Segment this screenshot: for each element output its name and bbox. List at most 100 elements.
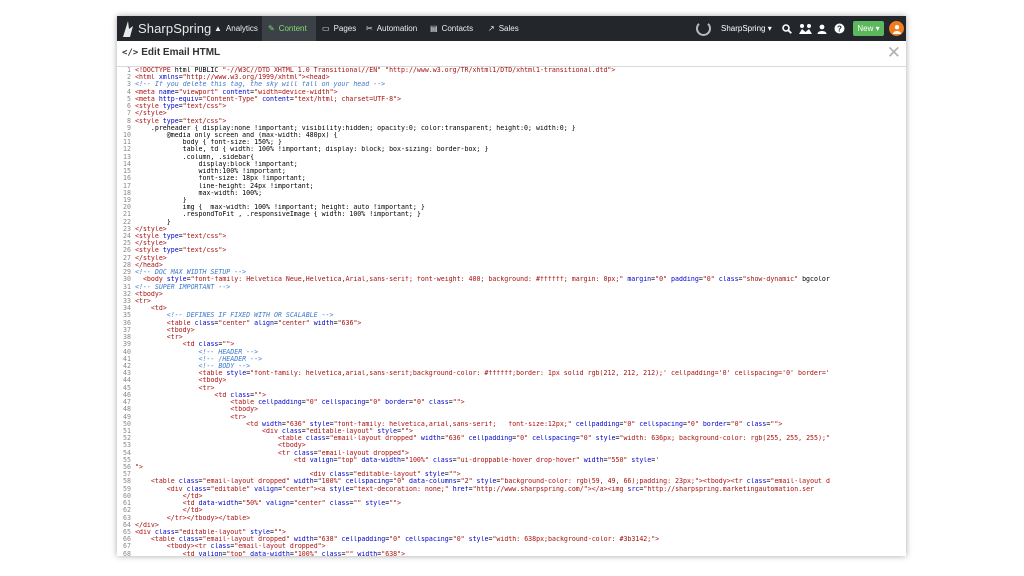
line-number: 34 bbox=[123, 305, 131, 313]
code-line[interactable]: 53 <tbody> bbox=[117, 442, 906, 449]
close-icon[interactable]: ✕ bbox=[887, 44, 901, 61]
code-line[interactable]: 6 <style type="text/css"> bbox=[117, 103, 906, 110]
code-line[interactable]: 17 line-height: 24px !important; bbox=[117, 183, 906, 190]
code-line[interactable]: 18 max-width: 100%; bbox=[117, 190, 906, 197]
nav-item-automation[interactable]: ✂ Automation bbox=[360, 16, 424, 41]
line-number: 20 bbox=[123, 204, 131, 212]
nav-item-content[interactable]: ✎ Content bbox=[262, 16, 316, 41]
code-line[interactable]: 30 <body style="font-family: Helvetica N… bbox=[117, 276, 906, 283]
code-line[interactable]: 5 <meta http-equiv="Content-Type" content… bbox=[117, 96, 906, 103]
code-line[interactable]: 2 <html xmlns="http://www.w3.org/1999/xht… bbox=[117, 74, 906, 81]
code-line[interactable]: 26 <style type="text/css"> bbox=[117, 247, 906, 254]
code-line[interactable]: 22 } bbox=[117, 219, 906, 226]
nav-item-sales[interactable]: ↗ Sales bbox=[482, 16, 522, 41]
nav-item-label: Contacts bbox=[441, 24, 474, 33]
code-line[interactable]: 57 <div class="editable-layout" style=""… bbox=[117, 471, 906, 478]
code-line[interactable]: 59 <div class="editable" valign="center"… bbox=[117, 486, 906, 493]
code-line[interactable]: 38 <tr> bbox=[117, 334, 906, 341]
code-line[interactable]: 42 <!-- BODY --> bbox=[117, 363, 906, 370]
code-line[interactable]: 13 .column, .sidebar{ bbox=[117, 154, 906, 161]
code-line[interactable]: 52 <table class="email-layout dropped" w… bbox=[117, 435, 906, 442]
code-line[interactable]: 31 <!-- SUPER IMPORTANT --> bbox=[117, 284, 906, 291]
code-line[interactable]: 51 <div class="editable-layout" style=""… bbox=[117, 428, 906, 435]
code-line[interactable]: 28 </head> bbox=[117, 262, 906, 269]
code-line[interactable]: 39 <td class=""> bbox=[117, 341, 906, 348]
code-line[interactable]: 50 <td width="636" style="font-family: h… bbox=[117, 421, 906, 428]
line-text: <!DOCTYPE html PUBLIC "-//W3C//DTD XHTML… bbox=[135, 67, 616, 74]
code-line[interactable]: 11 body { font-size: 150%; } bbox=[117, 139, 906, 146]
code-line[interactable]: 7 </style> bbox=[117, 110, 906, 117]
line-number: 47 bbox=[123, 399, 131, 407]
code-line[interactable]: 27 </style> bbox=[117, 255, 906, 262]
search-icon[interactable] bbox=[781, 16, 793, 41]
code-line[interactable]: 33 <tr> bbox=[117, 298, 906, 305]
code-line[interactable]: 32 <tbody> bbox=[117, 291, 906, 298]
line-text: <meta name="viewport" content="width=dev… bbox=[135, 88, 338, 96]
line-text: <tbody> bbox=[230, 406, 259, 414]
code-line[interactable]: 23 </style> bbox=[117, 226, 906, 233]
pencil-icon: ✎ bbox=[268, 24, 275, 33]
code-line[interactable]: 65 <div class="editable-layout" style=""> bbox=[117, 529, 906, 536]
line-text: @media only screen and (max-width: 480px… bbox=[135, 131, 338, 139]
code-line[interactable]: 47 <table cellpadding="0" cellspacing="0… bbox=[117, 399, 906, 406]
code-line[interactable]: 37 <tbody> bbox=[117, 327, 906, 334]
avatar-icon[interactable] bbox=[889, 21, 904, 36]
code-line[interactable]: 64 </div> bbox=[117, 522, 906, 529]
code-line[interactable]: 46 <td class=""> bbox=[117, 392, 906, 399]
code-line[interactable]: 3 <!-- If you delete this tag, the sky wi… bbox=[117, 81, 906, 88]
line-text: <!-- /HEADER --> bbox=[135, 355, 263, 363]
code-line[interactable]: 15 width:100% !important; bbox=[117, 168, 906, 175]
code-line[interactable]: 41 <!-- /HEADER --> bbox=[117, 356, 906, 363]
sharpspring-logo[interactable]: SharpSpring bbox=[121, 19, 211, 38]
code-line[interactable]: 10 @media only screen and (max-width: 48… bbox=[117, 132, 906, 139]
nav-item-pages[interactable]: ▭ Pages bbox=[316, 16, 360, 41]
code-line[interactable]: 25 </style> bbox=[117, 240, 906, 247]
code-line[interactable]: 4 <meta name="viewport" content="width=de… bbox=[117, 89, 906, 96]
code-line[interactable]: 45 <tr> bbox=[117, 385, 906, 392]
code-line[interactable]: 8 <style type="text/css"> bbox=[117, 118, 906, 125]
line-number: 60 bbox=[123, 492, 131, 500]
code-line[interactable]: 24 <style type="text/css"> bbox=[117, 233, 906, 240]
code-line[interactable]: 61 <td data-width="50%" valign="center" … bbox=[117, 500, 906, 507]
code-line[interactable]: 20 img { max-width: 100% !important; hei… bbox=[117, 204, 906, 211]
user-icon[interactable] bbox=[816, 16, 828, 41]
code-line[interactable]: 36 <table class="center" align="center" … bbox=[117, 320, 906, 327]
code-line[interactable]: 14 display:block !important; bbox=[117, 161, 906, 168]
line-number: 68 bbox=[123, 550, 131, 556]
code-line[interactable]: 12 table, td { width: 100% !important; d… bbox=[117, 146, 906, 153]
account-menu[interactable]: SharpSpring ▾ bbox=[721, 16, 772, 41]
code-line[interactable]: 40 <!-- HEADER --> bbox=[117, 349, 906, 356]
apps-icon[interactable] bbox=[797, 16, 813, 41]
help-icon[interactable]: ? bbox=[833, 16, 845, 41]
code-line[interactable]: 55 <td valign="top" data-width="100%" cl… bbox=[117, 457, 906, 464]
new-button[interactable]: New ▾ bbox=[853, 21, 884, 36]
code-line[interactable]: 16 font-size: 18px !important; bbox=[117, 175, 906, 182]
code-line[interactable]: 67 <tbody><tr class="email-layout droppe… bbox=[117, 543, 906, 550]
page-header: </> Edit Email HTML ✕ bbox=[117, 41, 906, 67]
code-line[interactable]: 44 <tbody> bbox=[117, 377, 906, 384]
code-line[interactable]: 21 .respondToFit , .responsiveImage { wi… bbox=[117, 211, 906, 218]
code-line[interactable]: 48 <tbody> bbox=[117, 406, 906, 413]
code-line[interactable]: 54 <tr class="email-layout dropped"> bbox=[117, 450, 906, 457]
code-line[interactable]: 1 <!DOCTYPE html PUBLIC "-//W3C//DTD XHTM… bbox=[117, 67, 906, 74]
code-editor[interactable]: 1 <!DOCTYPE html PUBLIC "-//W3C//DTD XHTM… bbox=[117, 67, 906, 556]
code-line[interactable]: 29 <!-- DOC MAX WIDTH SETUP --> bbox=[117, 269, 906, 276]
code-line[interactable]: 60 </td> bbox=[117, 493, 906, 500]
code-line[interactable]: 49 <tr> bbox=[117, 414, 906, 421]
code-line[interactable]: 63 </tr></tbody></table> bbox=[117, 515, 906, 522]
line-text: </style> bbox=[135, 254, 167, 262]
nav-item-analytics[interactable]: ▲ Analytics bbox=[208, 16, 262, 41]
page-icon: ▭ bbox=[322, 24, 330, 33]
code-line[interactable]: 58 <table class="email-layout dropped" w… bbox=[117, 478, 906, 485]
code-line[interactable]: 43 <table style="font-family: helvetica,… bbox=[117, 370, 906, 377]
code-line[interactable]: 62 </td> bbox=[117, 507, 906, 514]
nav-item-contacts[interactable]: ▤ Contacts bbox=[424, 16, 482, 41]
code-line[interactable]: 66 <table class="email-layout dropped" w… bbox=[117, 536, 906, 543]
code-line[interactable]: 34 <td> bbox=[117, 305, 906, 312]
code-line[interactable]: 35 <!-- DEFINES IF FIXED WITH OR SCALABL… bbox=[117, 312, 906, 319]
code-line[interactable]: 68 <td valign="top" data-width="100%" cl… bbox=[117, 551, 906, 556]
code-line[interactable]: 19 } bbox=[117, 197, 906, 204]
code-line[interactable]: 56 "> bbox=[117, 464, 906, 471]
line-number: 61 bbox=[123, 500, 131, 508]
code-line[interactable]: 9 .preheader { display:none !important; … bbox=[117, 125, 906, 132]
